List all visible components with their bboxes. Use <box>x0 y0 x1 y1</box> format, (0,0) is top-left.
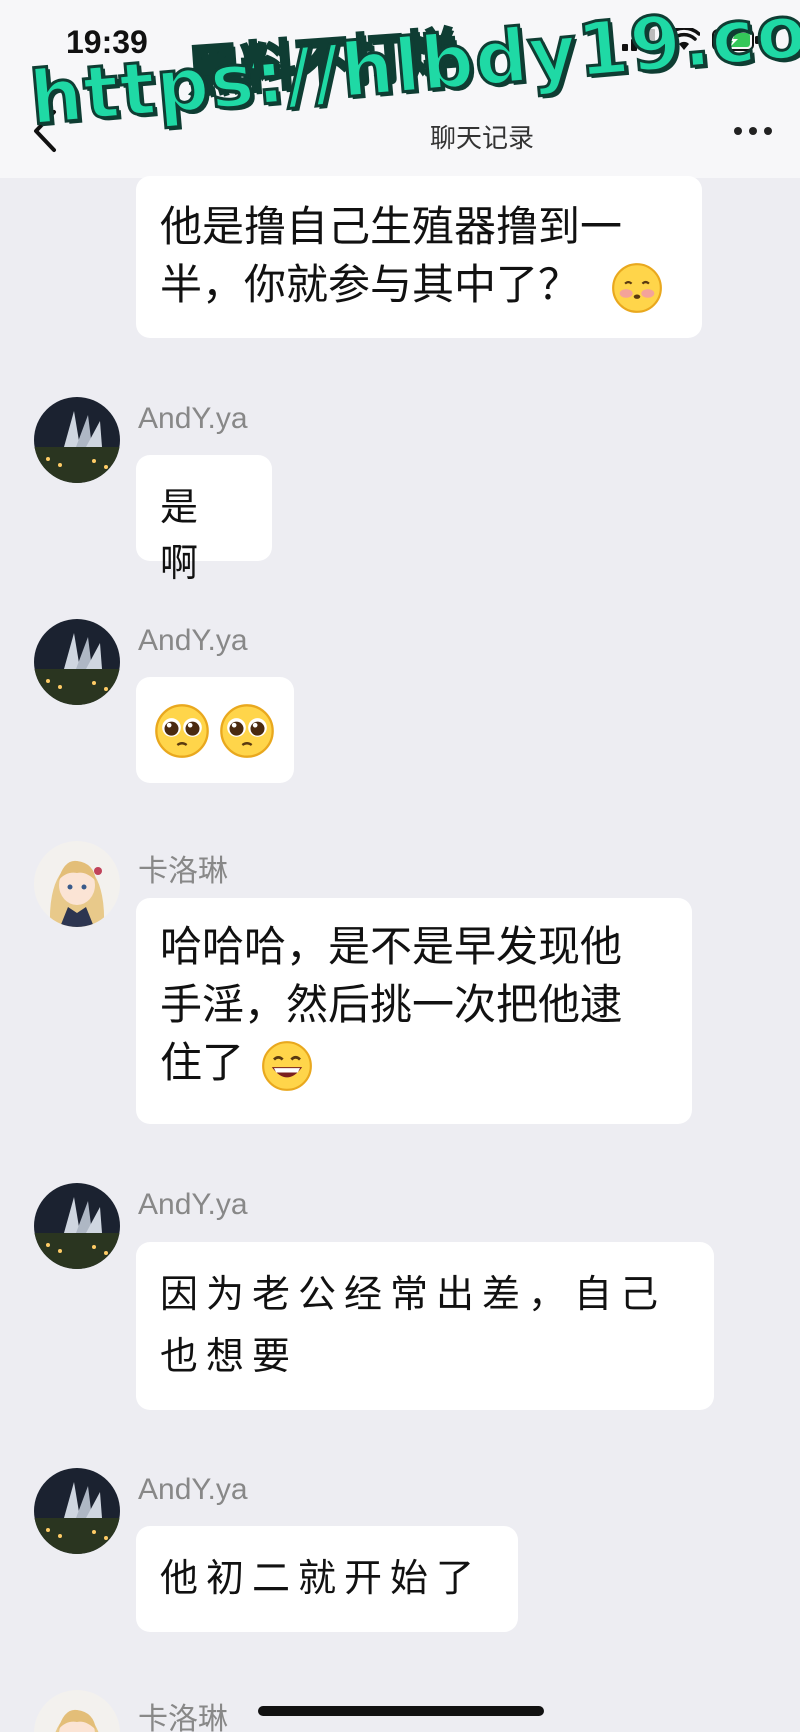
message-line: 是啊 <box>160 485 207 585</box>
message-bubble[interactable]: 是啊 <box>136 455 272 585</box>
message-bubble[interactable] <box>136 677 294 783</box>
battery-charging-icon <box>712 29 759 51</box>
message-bubble[interactable]: 因为老公经常出差，自己 也想要 <box>136 1242 714 1410</box>
home-indicator[interactable] <box>258 1706 544 1716</box>
sender-name: AndY.ya <box>138 1188 248 1221</box>
blush-face-icon <box>612 262 663 313</box>
avatar[interactable] <box>34 397 120 483</box>
back-button[interactable] <box>26 108 66 154</box>
message-line: 哈哈哈，是不是早发现他 <box>160 922 623 971</box>
message-line: 半，你就参与其中了？ <box>160 256 678 314</box>
grinning-face-icon <box>262 1040 313 1091</box>
avatar[interactable] <box>34 841 120 927</box>
signal-icon <box>622 29 655 51</box>
avatar[interactable] <box>34 1183 120 1269</box>
sender-name: 卡洛琳 <box>138 855 228 888</box>
wifi-icon <box>668 28 700 50</box>
sender-name: AndY.ya <box>138 402 248 435</box>
pleading-face-icon <box>220 704 274 758</box>
message-bubble[interactable]: 他初二就开始了 <box>136 1526 518 1632</box>
message-line: 因为老公经常出差，自己 <box>160 1272 667 1316</box>
message-line: 也想要 <box>160 1334 299 1378</box>
sender-name: AndY.ya <box>138 624 248 657</box>
message-line: 他是撸自己生殖器撸到一 <box>160 202 623 251</box>
sender-name: 卡洛琳 <box>138 1703 228 1732</box>
message-line: 手淫，然后挑一次把他逮 <box>160 980 623 1029</box>
pleading-face-icon <box>155 704 209 758</box>
status-time: 19:39 <box>66 24 148 60</box>
avatar[interactable] <box>34 619 120 705</box>
more-options-button[interactable] <box>730 116 776 146</box>
top-bar: 19:39 聊天记录 <box>0 0 800 178</box>
message-line: 住了 <box>160 1034 668 1092</box>
chat-screen: 19:39 聊天记录 黑料不打烊 https://hlbdy19.com 他是撸… <box>0 0 800 1732</box>
avatar[interactable] <box>34 1690 120 1732</box>
message-line: 他初二就开始了 <box>160 1556 483 1600</box>
message-bubble[interactable]: 他是撸自己生殖器撸到一 半，你就参与其中了？ <box>136 176 702 338</box>
message-bubble[interactable]: 哈哈哈，是不是早发现他 手淫，然后挑一次把他逮 住了 <box>136 898 692 1124</box>
sender-name: AndY.ya <box>138 1473 248 1506</box>
status-icons <box>622 28 760 52</box>
avatar[interactable] <box>34 1468 120 1554</box>
page-title: 聊天记录 <box>430 124 535 154</box>
